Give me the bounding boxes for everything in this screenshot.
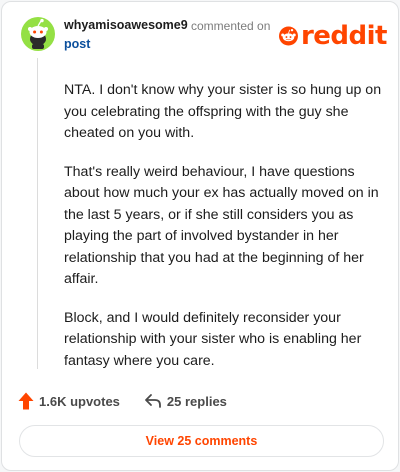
comment-actions: 1.6K upvotes 25 replies [18,391,251,411]
thread-line [37,58,38,369]
post-link[interactable]: post [64,37,90,51]
view-comments-button[interactable]: View 25 comments [19,425,384,457]
upvote-arrow-icon [18,392,34,410]
reply-count: 25 replies [166,393,227,409]
reply-button[interactable]: 25 replies [144,393,227,409]
comment-paragraph: NTA. I don't know why your sister is so … [64,82,382,141]
comment-paragraph: Block, and I would definitely reconsider… [64,309,362,369]
comment-card: whyamisoawesome9 commented on post reddi… [1,1,399,471]
upvote-button[interactable]: 1.6K upvotes [18,392,120,410]
reddit-snoo-logo-icon [279,26,298,46]
comment-body: NTA. I don't know why your sister is so … [64,80,386,389]
comment-author[interactable]: whyamisoawesome9 [64,18,188,32]
comment-paragraph: That's really weird behaviour, I have qu… [64,163,379,288]
upvote-count: 1.6K upvotes [39,393,120,409]
reply-arrow-icon [145,394,161,408]
reddit-logo[interactable]: reddit [279,21,388,51]
snoo-avatar-icon[interactable] [21,17,55,51]
reddit-wordmark: reddit [300,21,388,51]
commented-on-text: commented on [191,19,271,33]
